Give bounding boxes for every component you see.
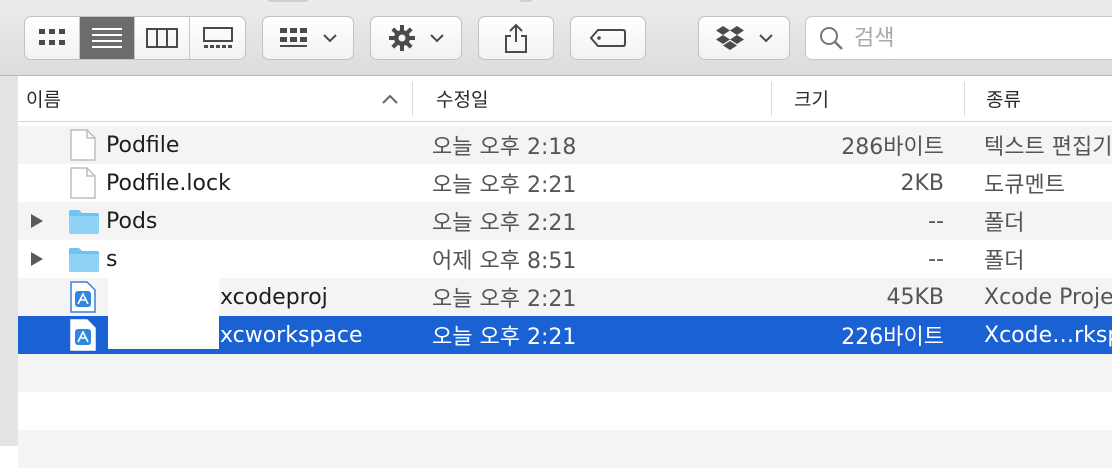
file-kind: Xcode…rksp bbox=[984, 322, 1112, 348]
file-date: 오늘 오후 2:21 bbox=[432, 211, 577, 236]
grid-icon bbox=[39, 29, 65, 45]
share-icon bbox=[505, 23, 527, 53]
column-divider[interactable] bbox=[412, 82, 413, 116]
icon-view-button[interactable] bbox=[25, 17, 80, 59]
file-size: -- bbox=[928, 208, 944, 234]
file-name: Podfile.lock bbox=[106, 170, 231, 196]
xcode-project-icon bbox=[68, 281, 98, 313]
file-size: 226바이트 bbox=[841, 325, 944, 350]
file-size: 286바이트 bbox=[841, 135, 944, 160]
gallery-icon bbox=[202, 27, 233, 48]
folder-icon bbox=[68, 243, 99, 275]
header-kind[interactable]: 종류 bbox=[986, 76, 1021, 121]
empty-row bbox=[18, 354, 1112, 392]
group-grid-icon bbox=[280, 28, 307, 47]
disclosure-triangle[interactable] bbox=[30, 202, 44, 240]
file-size: 2KB bbox=[900, 170, 944, 196]
toolbar bbox=[0, 0, 1112, 76]
header-size-label: 크기 bbox=[794, 89, 829, 111]
document-icon bbox=[68, 167, 98, 199]
file-date: 오늘 오후 2:21 bbox=[432, 173, 577, 198]
file-kind: 폴더 bbox=[984, 211, 1025, 236]
column-view-button[interactable] bbox=[135, 17, 190, 59]
sort-ascending-icon bbox=[382, 94, 398, 104]
header-size[interactable]: 크기 bbox=[794, 76, 829, 121]
header-date-label: 수정일 bbox=[436, 89, 489, 111]
file-row[interactable]: Podfile.lock 오늘 오후 2:21 2KB 도큐멘트 bbox=[18, 164, 1112, 202]
file-kind: 텍스트 편집기 bbox=[984, 135, 1112, 160]
group-by-button[interactable] bbox=[262, 16, 354, 60]
search-input[interactable] bbox=[852, 24, 1112, 52]
action-menu-button[interactable] bbox=[370, 16, 462, 60]
header-kind-label: 종류 bbox=[986, 89, 1021, 111]
share-button[interactable] bbox=[478, 16, 554, 60]
gear-icon bbox=[389, 25, 415, 51]
view-mode-segmented-control bbox=[24, 16, 246, 60]
disclosure-triangle[interactable] bbox=[30, 240, 44, 278]
file-kind: 도큐멘트 bbox=[984, 173, 1065, 198]
file-row[interactable]: Podfile 오늘 오후 2:18 286바이트 텍스트 편집기 bbox=[18, 126, 1112, 164]
header-name-label: 이름 bbox=[26, 89, 61, 111]
chevron-down-icon bbox=[430, 34, 444, 43]
chevron-down-icon bbox=[759, 34, 773, 43]
redaction-box bbox=[108, 267, 219, 349]
triangle-right-icon bbox=[31, 214, 43, 228]
dropbox-icon bbox=[716, 26, 744, 50]
header-name[interactable]: 이름 bbox=[26, 76, 398, 121]
header-date[interactable]: 수정일 bbox=[436, 76, 488, 121]
title-fragment bbox=[268, 0, 308, 2]
list-view-button[interactable] bbox=[80, 17, 135, 59]
search-field[interactable] bbox=[805, 16, 1112, 60]
list-icon bbox=[92, 28, 122, 48]
file-size: 45KB bbox=[886, 284, 944, 310]
file-kind: Xcode Proje bbox=[984, 284, 1112, 310]
dropbox-button[interactable] bbox=[698, 16, 790, 60]
column-divider[interactable] bbox=[771, 82, 772, 116]
folder-icon bbox=[68, 205, 99, 237]
file-date: 오늘 오후 2:21 bbox=[432, 287, 577, 312]
columns-icon bbox=[146, 28, 178, 48]
search-icon bbox=[820, 27, 843, 50]
file-date: 어제 오후 8:51 bbox=[432, 249, 577, 274]
file-date: 오늘 오후 2:21 bbox=[432, 325, 577, 350]
file-name: Podfile bbox=[106, 132, 180, 158]
title-fragment bbox=[520, 0, 532, 2]
empty-row bbox=[18, 430, 1112, 468]
tag-icon bbox=[590, 29, 626, 47]
triangle-right-icon bbox=[31, 252, 43, 266]
tags-button[interactable] bbox=[570, 16, 646, 60]
file-date: 오늘 오후 2:18 bbox=[432, 135, 577, 160]
empty-row bbox=[18, 392, 1112, 430]
sidebar-edge bbox=[0, 76, 18, 446]
file-row[interactable]: Pods 오늘 오후 2:21 -- 폴더 bbox=[18, 202, 1112, 240]
gallery-view-button[interactable] bbox=[190, 17, 245, 59]
file-size: -- bbox=[928, 246, 944, 272]
file-name: Pods bbox=[106, 208, 158, 234]
column-divider[interactable] bbox=[964, 82, 965, 116]
document-icon bbox=[68, 129, 98, 161]
column-header: 이름 수정일 크기 종류 bbox=[18, 76, 1112, 122]
chevron-down-icon bbox=[323, 34, 337, 43]
xcode-workspace-icon bbox=[68, 319, 98, 351]
file-kind: 폴더 bbox=[984, 249, 1025, 274]
